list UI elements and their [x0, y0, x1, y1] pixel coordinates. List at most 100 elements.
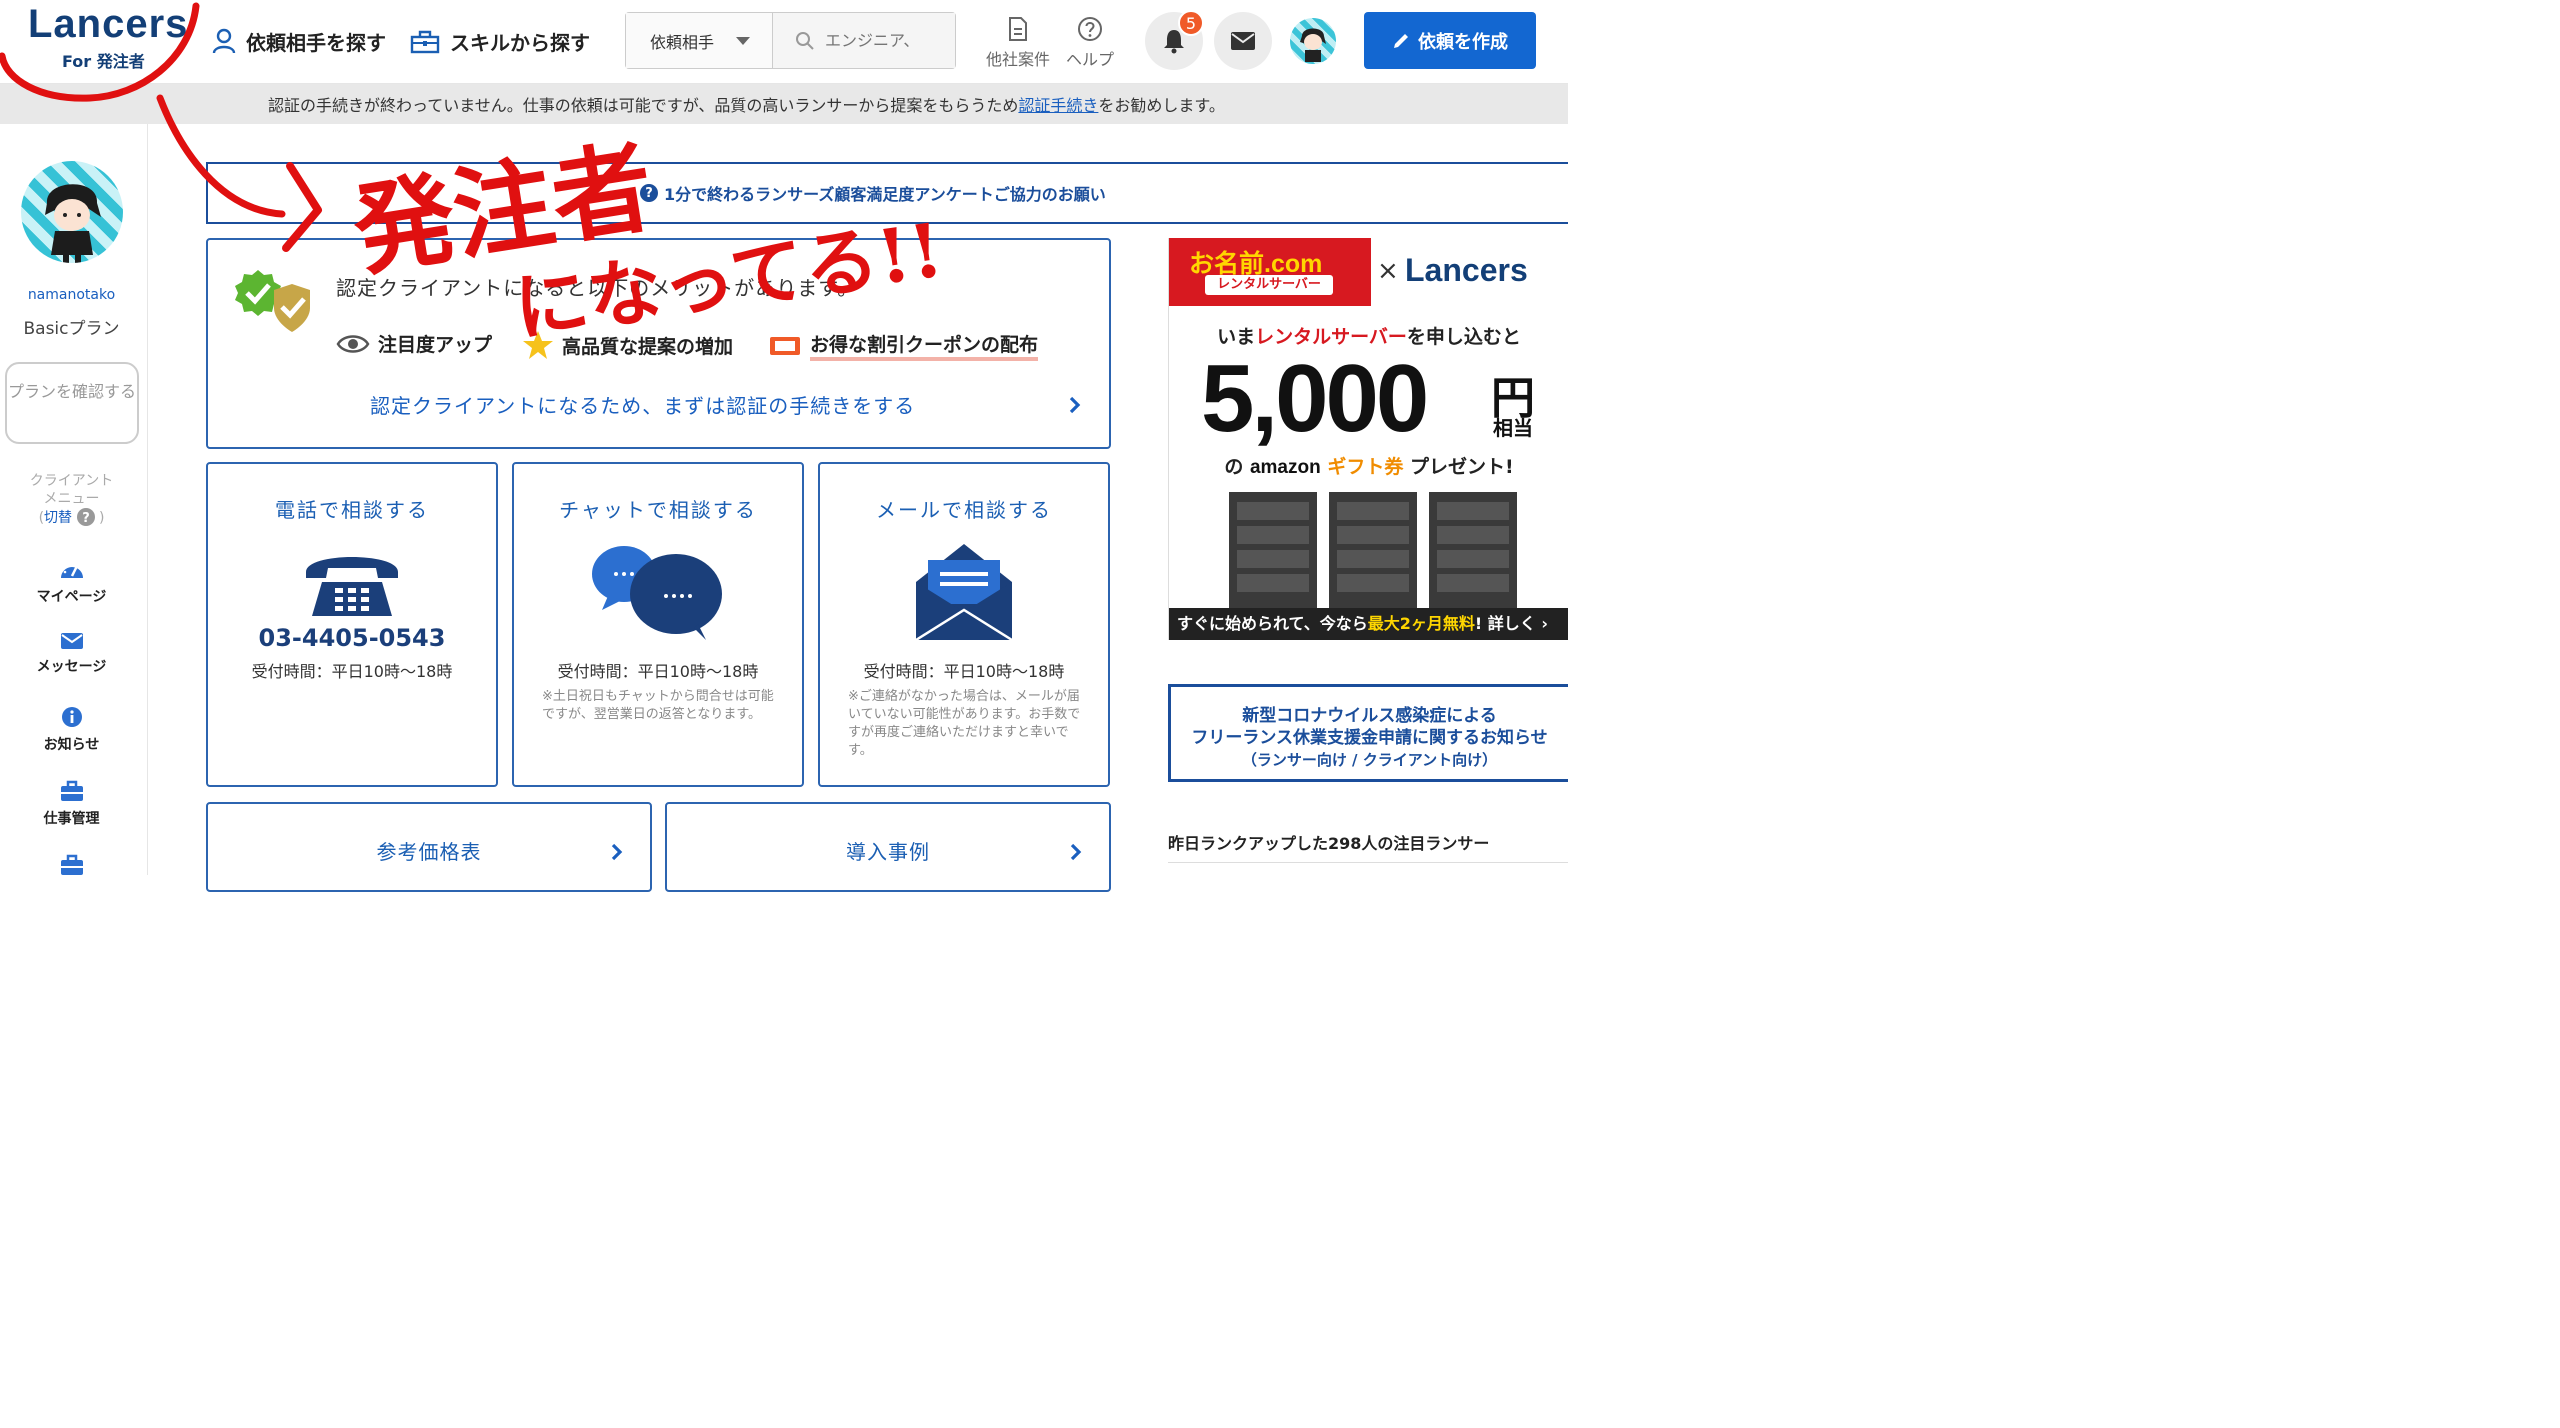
notice-text-before: 認証の手続きが終わっていません。仕事の依頼は可能ですが、品質の高いランサーから提… — [268, 96, 1019, 115]
person-icon — [212, 28, 236, 54]
notification-badge: 5 — [1178, 10, 1204, 36]
ad-bottom-banner[interactable]: すぐに始められて、今なら最大2ヶ月無料! 詳しく › — [1169, 608, 1568, 640]
cert-procedure-link[interactable]: 認定クライアントになるため、まずは認証の手続きをする — [370, 390, 915, 419]
sidebar-item-messages[interactable]: メッセージ — [0, 632, 143, 676]
other-jobs-label: 他社案件 — [985, 50, 1050, 69]
search-box: 依頼相手 — [625, 12, 956, 69]
certified-badge-icon — [235, 270, 310, 332]
covid-line2: フリーランス休業支援金申請に関するお知らせ — [1191, 728, 1548, 748]
chevron-right-icon — [1070, 843, 1082, 861]
help-link[interactable]: ヘルプ — [1050, 16, 1130, 70]
search-input[interactable] — [825, 31, 955, 50]
eye-icon — [336, 334, 370, 353]
sidebar-plan-name: Basicプラン — [23, 319, 120, 339]
briefcase-icon — [60, 780, 83, 801]
ticket-icon — [770, 336, 800, 355]
sidebar-username[interactable]: namanotako — [0, 287, 143, 303]
chevron-right-icon — [611, 843, 623, 861]
benefit-visibility: 注目度アップ — [336, 330, 492, 357]
ad-bottom-pre: すぐに始められて、今なら — [1177, 614, 1368, 633]
benefit-coupon: お得な割引クーポンの配布 — [768, 330, 1039, 361]
nav-find-partner[interactable]: 依頼相手を探す — [212, 24, 386, 58]
document-icon — [1009, 17, 1027, 41]
covid-line3: （ランサー向け / クライアント向け） — [1241, 751, 1498, 769]
ad-rental-label: レンタルサーバー — [1205, 275, 1333, 295]
contact-title: チャットで相談する — [559, 498, 757, 522]
contact-note: ※ご連絡がなかった場合は、メールが届いていない可能性があります。お手数ですが再度… — [848, 689, 1081, 758]
nav-find-skill-label: スキルから探す — [450, 30, 590, 55]
dashboard-icon — [60, 562, 83, 578]
contact-hours: 受付時間：平日10時〜18時 — [251, 662, 453, 681]
amazon-wordmark: amazon — [1249, 457, 1321, 478]
create-request-label: 依頼を作成 — [1418, 31, 1508, 53]
svg-text:?: ? — [82, 511, 90, 526]
check-plan-button[interactable]: プランを確認する — [5, 362, 139, 444]
lancers-logo[interactable]: Lancers For 発注者 — [28, 2, 188, 72]
benefit-label: お得な割引クーポンの配布 — [810, 330, 1039, 361]
contact-hours: 受付時間：平日10時〜18時 — [557, 662, 759, 681]
verification-notice: 認証の手続きが終わっていません。仕事の依頼は可能ですが、品質の高いランサーから提… — [0, 84, 1568, 124]
mail-envelope-icon — [915, 544, 1013, 642]
ad-bottom-em: 最大2ヶ月無料 — [1367, 614, 1475, 633]
sidebar-item-mypage[interactable]: マイページ — [0, 558, 143, 606]
rankup-heading: 昨日ランクアップした298人の注目ランサー — [1168, 834, 1490, 853]
pencil-icon — [1394, 33, 1408, 48]
contact-phone-number[interactable]: 03-4405-0543 — [208, 624, 496, 652]
rental-server-ad[interactable]: お名前.com レンタルサーバー × Lancers いまレンタルサーバーを申し… — [1168, 238, 1568, 640]
search-category-select[interactable]: 依頼相手 — [626, 13, 773, 68]
sidebar-item-label: お知らせ — [43, 737, 100, 753]
ad-amount: 5,000 — [1201, 345, 1429, 452]
client-menu-switch-link[interactable]: 切替 — [44, 510, 72, 526]
client-menu-line1: クライアント — [29, 473, 114, 489]
sidebar-item-label: メッセージ — [36, 659, 107, 675]
user-avatar[interactable] — [1290, 18, 1336, 64]
notice-text-after: をお勧めします。 — [1098, 96, 1225, 115]
ad-collab-x: × — [1377, 256, 1399, 286]
ad-amazon-post: プレゼント! — [1409, 456, 1514, 478]
ad-brand-panel: お名前.com レンタルサーバー — [1169, 238, 1371, 306]
profile-avatar[interactable] — [21, 161, 123, 263]
briefcase-icon — [60, 854, 83, 875]
server-rack-illustration — [1229, 492, 1517, 612]
contact-title: 電話で相談する — [275, 498, 429, 522]
left-sidebar: namanotako Basicプラン プランを確認する クライアント メニュー… — [0, 124, 148, 875]
contact-mail-card[interactable]: メールで相談する 受付時間：平日10時〜18時 ※ご連絡がなかった場合は、メール… — [818, 462, 1110, 787]
envelope-icon — [60, 633, 83, 649]
nav-find-partner-label: 依頼相手を探す — [246, 30, 386, 55]
question-circle-icon — [1078, 17, 1102, 41]
covid-notice-box[interactable]: 新型コロナウイルス感染症による フリーランス休業支援金申請に関するお知らせ （ラ… — [1168, 684, 1568, 782]
verification-link[interactable]: 認証手続き — [1018, 92, 1098, 116]
logo-subtitle: For 発注者 — [62, 52, 145, 71]
contact-chat-card[interactable]: チャットで相談する 受付時間：平日10時〜18時 ※土日祝日もチャットから問合せ… — [512, 462, 804, 787]
other-jobs-link[interactable]: 他社案件 — [978, 16, 1058, 70]
ad-equiv: 相当 — [1493, 416, 1533, 440]
question-circle-icon[interactable]: ? — [76, 508, 95, 526]
ad-amazon-line: の amazon ギフト券 プレゼント! — [1169, 452, 1568, 479]
telephone-icon — [306, 557, 398, 616]
search-icon[interactable] — [795, 31, 815, 51]
envelope-icon — [1231, 32, 1255, 50]
avatar-character-icon — [1300, 28, 1326, 62]
contact-hours: 受付時間：平日10時〜18時 — [863, 662, 1065, 681]
contact-phone-card[interactable]: 電話で相談する 03-4405-0543 受付時間：平日10時〜18時 — [206, 462, 498, 787]
search-input-wrap — [773, 13, 955, 68]
logo-wordmark: Lancers — [28, 2, 189, 46]
create-request-button[interactable]: 依頼を作成 — [1364, 12, 1536, 69]
contact-title: メールで相談する — [876, 498, 1052, 522]
divider — [1168, 862, 1568, 863]
ad-bottom-post: ! 詳しく › — [1474, 614, 1548, 633]
chevron-down-icon — [736, 37, 750, 45]
toolbox-icon — [410, 30, 440, 54]
benefit-label: 注目度アップ — [378, 334, 493, 356]
messages-button[interactable] — [1214, 12, 1272, 70]
top-header: Lancers For 発注者 依頼相手を探す スキルから探す 依頼相手 他社案… — [0, 0, 1568, 84]
case-studies-card[interactable]: 導入事例 — [665, 802, 1111, 892]
price-table-card[interactable]: 参考価格表 — [206, 802, 652, 892]
sidebar-item-notices[interactable]: お知らせ — [0, 706, 143, 754]
nav-find-skill[interactable]: スキルから探す — [410, 24, 590, 58]
client-menu-label: クライアント メニュー (切替 ? ) — [0, 472, 143, 527]
sidebar-item-job-management[interactable]: 仕事管理 — [0, 780, 143, 828]
sidebar-item-next[interactable] — [0, 854, 143, 882]
chevron-right-icon[interactable] — [1068, 395, 1082, 415]
search-category-value: 依頼相手 — [650, 32, 715, 52]
